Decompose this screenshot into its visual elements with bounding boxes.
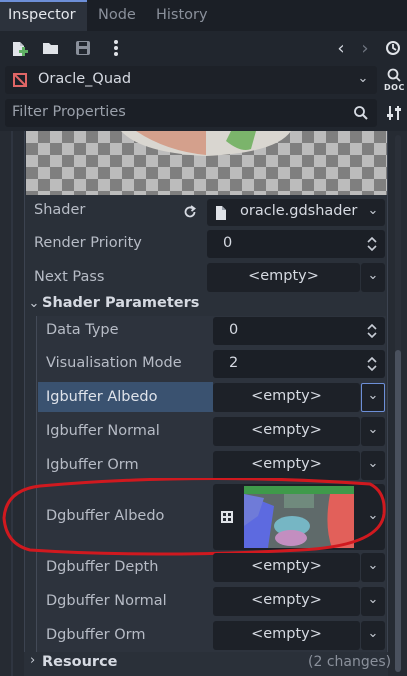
file-icon (216, 206, 226, 220)
igbuffer-albedo-resource[interactable]: <empty> (213, 383, 360, 412)
reload-icon[interactable] (182, 204, 198, 220)
forward-icon[interactable]: › (357, 38, 373, 59)
igbuffer-orm-resource[interactable]: <empty> (213, 451, 360, 480)
chevron-down-icon: ⌄ (367, 626, 379, 641)
more-icon[interactable] (110, 38, 122, 58)
render-priority-value: 0 (223, 235, 233, 251)
filter-properties-input[interactable]: Filter Properties (12, 104, 126, 120)
param-label: Dgbuffer Normal (46, 593, 167, 609)
tab-history-label: History (156, 7, 208, 23)
nest-line-outer (11, 131, 13, 676)
shader-parameters-header[interactable]: Shader Parameters (42, 295, 199, 311)
spinner-arrows-icon[interactable] (367, 357, 377, 371)
search-icon (354, 106, 368, 120)
igbuffer-albedo-menu-button[interactable]: ⌄ (361, 383, 385, 412)
chevron-down-icon: ⌄ (357, 71, 369, 86)
dgbuffer-orm-resource[interactable]: <empty> (213, 621, 360, 650)
inspector-toolbar: ‹ › (0, 31, 407, 65)
expand-chevron-icon[interactable]: › (30, 653, 35, 668)
dgbuffer-normal-menu-button[interactable]: ⌄ (361, 587, 385, 616)
next-pass-label: Next Pass (34, 269, 105, 285)
next-pass-value: <empty> (248, 268, 319, 284)
tab-history[interactable]: History (156, 0, 208, 31)
param-value: <empty> (251, 388, 322, 404)
visualisation-mode-spinbox[interactable]: 2 (213, 350, 385, 378)
next-pass-menu-button[interactable]: ⌄ (361, 263, 385, 292)
tab-node[interactable]: Node (98, 0, 136, 31)
resource-changes: (2 changes) (308, 654, 392, 670)
dock-tab-bar: Inspector Node History (0, 0, 407, 31)
resource-header[interactable]: Resource (42, 654, 118, 670)
spinner-arrows-icon[interactable] (367, 324, 377, 338)
shader-resource[interactable]: oracle.gdshader ⌄ (207, 199, 385, 226)
dgbuffer-depth-menu-button[interactable]: ⌄ (361, 553, 385, 582)
render-priority-label: Render Priority (34, 235, 142, 251)
param-value: <empty> (251, 422, 322, 438)
chevron-down-icon: ⌄ (367, 268, 379, 283)
param-label: Dgbuffer Orm (46, 627, 146, 643)
tab-inspector[interactable]: Inspector (0, 0, 87, 31)
tab-node-label: Node (98, 7, 136, 23)
param-label: Igbuffer Normal (46, 423, 160, 439)
open-folder-icon[interactable] (42, 40, 60, 56)
param-value: <empty> (251, 456, 322, 472)
collapse-chevron-icon[interactable]: ⌄ (28, 296, 40, 311)
tune-icon[interactable] (385, 104, 403, 122)
annotation-circle (2, 478, 386, 556)
chevron-down-icon: ⌄ (367, 456, 379, 471)
data-type-spinbox[interactable]: 0 (213, 317, 385, 345)
scrollbar-thumb[interactable] (395, 350, 401, 672)
igbuffer-orm-menu-button[interactable]: ⌄ (361, 451, 385, 480)
render-priority-spinbox[interactable]: 0 (207, 230, 385, 258)
back-icon[interactable]: ‹ (333, 38, 349, 59)
tab-inspector-label: Inspector (8, 7, 76, 23)
filter-properties-field[interactable]: Filter Properties (5, 99, 377, 127)
shader-label: Shader (34, 202, 86, 218)
object-name: Oracle_Quad (38, 71, 132, 87)
igbuffer-normal-resource[interactable]: <empty> (213, 417, 360, 446)
dgbuffer-normal-resource[interactable]: <empty> (213, 587, 360, 616)
history-icon[interactable] (384, 40, 402, 56)
material-preview (26, 131, 387, 195)
spinner-arrows-icon[interactable] (367, 237, 377, 251)
param-value: 0 (229, 322, 239, 338)
doc-label: DOC (384, 83, 405, 92)
igbuffer-normal-menu-button[interactable]: ⌄ (361, 417, 385, 446)
preview-sphere (121, 131, 291, 156)
add-node-icon[interactable] (10, 40, 28, 58)
save-icon[interactable] (75, 40, 91, 56)
dgbuffer-orm-menu-button[interactable]: ⌄ (361, 621, 385, 650)
param-label: Data Type (46, 322, 119, 338)
shader-value: oracle.gdshader (240, 203, 358, 219)
param-label: Dgbuffer Depth (46, 559, 159, 575)
chevron-down-icon: ⌄ (367, 422, 379, 437)
param-label: Visualisation Mode (46, 355, 182, 371)
mesh-icon (13, 73, 27, 87)
param-label: Igbuffer Orm (46, 457, 139, 473)
param-value: <empty> (251, 592, 322, 608)
chevron-down-icon: ⌄ (367, 592, 379, 607)
doc-search-icon (387, 68, 401, 82)
chevron-down-icon: ⌄ (367, 388, 379, 403)
param-value: <empty> (251, 558, 322, 574)
param-value: <empty> (251, 626, 322, 642)
chevron-down-icon: ⌄ (367, 203, 379, 218)
dgbuffer-depth-resource[interactable]: <empty> (213, 553, 360, 582)
param-value: 2 (229, 355, 239, 371)
next-pass-resource[interactable]: <empty> (207, 263, 360, 292)
object-selector[interactable]: Oracle_Quad ⌄ (5, 66, 377, 94)
param-label: Igbuffer Albedo (46, 389, 158, 405)
chevron-down-icon: ⌄ (367, 558, 379, 573)
doc-button[interactable]: DOC (384, 68, 404, 94)
